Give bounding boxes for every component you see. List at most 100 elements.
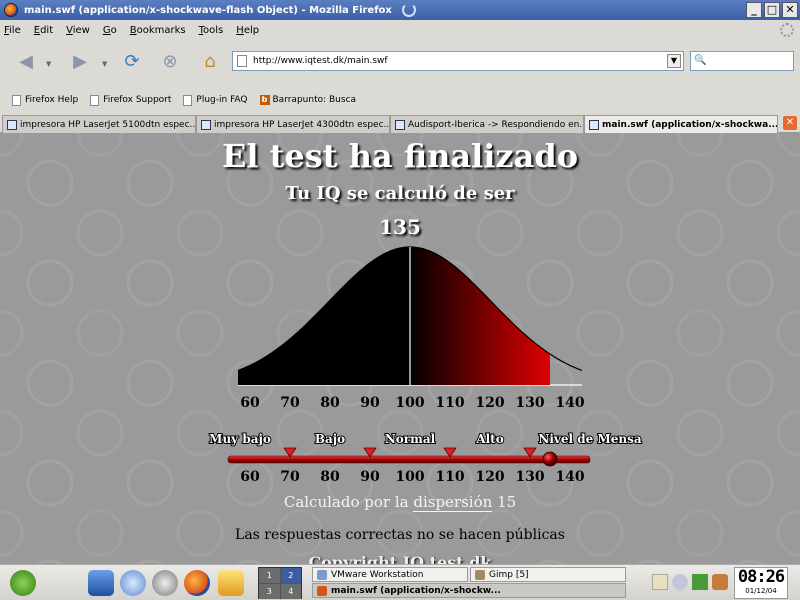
answers-note: Las respuestas correctas no se hacen púb… (235, 527, 565, 543)
x-tick-label: 90 (360, 395, 380, 411)
reload-icon[interactable]: ⟳ (120, 50, 144, 74)
menu-help[interactable]: Help (236, 25, 259, 36)
task-firefox[interactable]: main.swf (application/x-shockw... (312, 583, 626, 598)
x-tick-label: 60 (240, 395, 260, 411)
window-title: main.swf (application/x-shockwave-flash … (24, 4, 392, 16)
page-icon (395, 119, 405, 130)
firefox-icon (4, 3, 18, 17)
bookmarks-toolbar: Firefox Help Firefox Support Plug-in FAQ… (0, 90, 800, 110)
forward-dropdown-icon[interactable]: ▼ (102, 60, 107, 68)
clock-date: 01/12/04 (745, 587, 777, 595)
menu-view[interactable]: View (66, 25, 90, 36)
scale-tick-label: 70 (280, 469, 300, 485)
bookmark-plugin-faq[interactable]: Plug-in FAQ (183, 94, 248, 106)
scale-tick-label: 100 (395, 469, 424, 485)
page-icon (589, 119, 599, 130)
flash-content: El test ha finalizado Tu IQ se calculó d… (0, 133, 800, 564)
x-tick-label: 120 (475, 395, 504, 411)
swirl-icon (401, 3, 416, 17)
page-icon (90, 94, 100, 106)
menu-bar: File Edit View Go Bookmarks Tools Help (0, 20, 800, 40)
desktop-4[interactable]: 4 (280, 584, 301, 599)
desktop-pager: 1 2 3 4 (258, 567, 302, 599)
desktop-2[interactable]: 2 (280, 568, 301, 583)
volume-icon[interactable] (672, 574, 688, 590)
gimp-icon (475, 569, 485, 580)
scale-label: Nivel de Mensa (538, 432, 641, 446)
title-bar[interactable]: main.swf (application/x-shockwave-flash … (0, 0, 800, 20)
scale-label: Normal (385, 432, 436, 446)
menu-bookmarks[interactable]: Bookmarks (130, 25, 186, 36)
page-icon (12, 94, 21, 106)
x-tick-label: 140 (555, 395, 584, 411)
iq-distribution-chart: 60 70 80 90 100 110 120 130 140 Muy bajo Bajo Norm… (208, 246, 643, 485)
x-tick-label: 80 (320, 395, 340, 411)
task-gimp[interactable]: Gimp [5] (470, 567, 626, 582)
page-icon (7, 119, 17, 130)
search-input[interactable]: 🔍 (690, 51, 794, 71)
bookmark-firefox-support[interactable]: Firefox Support (90, 94, 171, 106)
scale-tick-label: 120 (475, 469, 504, 485)
x-tick-label: 100 (395, 395, 424, 411)
kde-menu-icon[interactable] (10, 570, 36, 596)
dispersion-link[interactable]: dispersión (413, 493, 493, 512)
clock-time: 08:26 (737, 567, 785, 587)
scale-track (227, 455, 591, 464)
menu-go[interactable]: Go (103, 25, 117, 36)
forward-arrow-icon[interactable]: ▶ (68, 50, 92, 74)
tab-audisport[interactable]: Audisport-Iberica -> Respondiendo en... (390, 115, 584, 133)
tab-bar: impresora HP LaserJet 5100dtn espec... i… (0, 114, 800, 133)
url-input[interactable]: http://www.iqtest.dk/main.swf (253, 56, 667, 66)
menu-edit[interactable]: Edit (34, 25, 53, 36)
copyright-text: Copyright IQ test.dk (308, 553, 492, 564)
battery-icon[interactable] (692, 574, 708, 590)
home-folder-icon[interactable] (88, 570, 114, 596)
scale-label: Bajo (315, 432, 345, 446)
scale-marker (523, 447, 537, 458)
page-icon (183, 94, 193, 106)
x-tick-label: 130 (515, 395, 544, 411)
settings-icon[interactable] (152, 570, 178, 596)
stop-icon[interactable]: ⊗ (158, 50, 182, 74)
bell-curve-fill (238, 247, 550, 385)
desktop-1[interactable]: 1 (259, 568, 280, 583)
tab-hp-5100[interactable]: impresora HP LaserJet 5100dtn espec... (2, 115, 196, 133)
scale-tick-label: 60 (240, 469, 260, 485)
task-vmware[interactable]: VMware Workstation (312, 567, 468, 582)
scale-marker (283, 447, 297, 458)
address-bar[interactable]: http://www.iqtest.dk/main.swf ▼ (232, 51, 684, 71)
menu-file[interactable]: File (4, 25, 21, 36)
konqueror-icon[interactable] (120, 570, 146, 596)
close-button[interactable]: ✕ (782, 2, 798, 18)
close-tab-icon[interactable]: ✕ (783, 116, 797, 130)
scale-label: Alto (475, 432, 503, 446)
maximize-button[interactable]: □ (764, 2, 780, 18)
minimize-button[interactable]: _ (746, 2, 762, 18)
scale-tick-label: 130 (515, 469, 544, 485)
desktop-3[interactable]: 3 (259, 584, 280, 599)
network-icon[interactable] (712, 574, 728, 590)
taskbar: 1 2 3 4 VMware Workstation Gimp [5] main… (0, 564, 800, 600)
search-icon: 🔍 (694, 55, 707, 66)
home-icon[interactable]: ⌂ (198, 50, 222, 74)
editor-icon[interactable] (218, 570, 244, 596)
vmware-icon (317, 569, 327, 580)
scale-knob (542, 451, 558, 467)
back-arrow-icon[interactable]: ◀ (14, 50, 38, 74)
bookmark-firefox-help[interactable]: Firefox Help (12, 94, 78, 106)
menu-tools[interactable]: Tools (199, 25, 224, 36)
url-dropdown-icon[interactable]: ▼ (667, 54, 681, 68)
back-dropdown-icon[interactable]: ▼ (46, 60, 51, 68)
firefox-launcher-icon[interactable] (184, 570, 210, 596)
page-icon (201, 119, 211, 130)
page-icon (237, 55, 247, 67)
barrapunto-icon: b (259, 95, 270, 105)
tab-main-swf[interactable]: main.swf (application/x-shockwa... (584, 115, 778, 133)
scale-tick-label: 80 (320, 469, 340, 485)
tab-hp-4300[interactable]: impresora HP LaserJet 4300dtn espec... (196, 115, 390, 133)
scale-tick-label: 110 (435, 469, 464, 485)
klipper-icon[interactable] (652, 574, 668, 590)
x-tick-label: 110 (435, 395, 464, 411)
bookmark-barrapunto[interactable]: b Barrapunto: Busca (259, 95, 356, 105)
clock[interactable]: 08:26 01/12/04 (734, 567, 788, 599)
